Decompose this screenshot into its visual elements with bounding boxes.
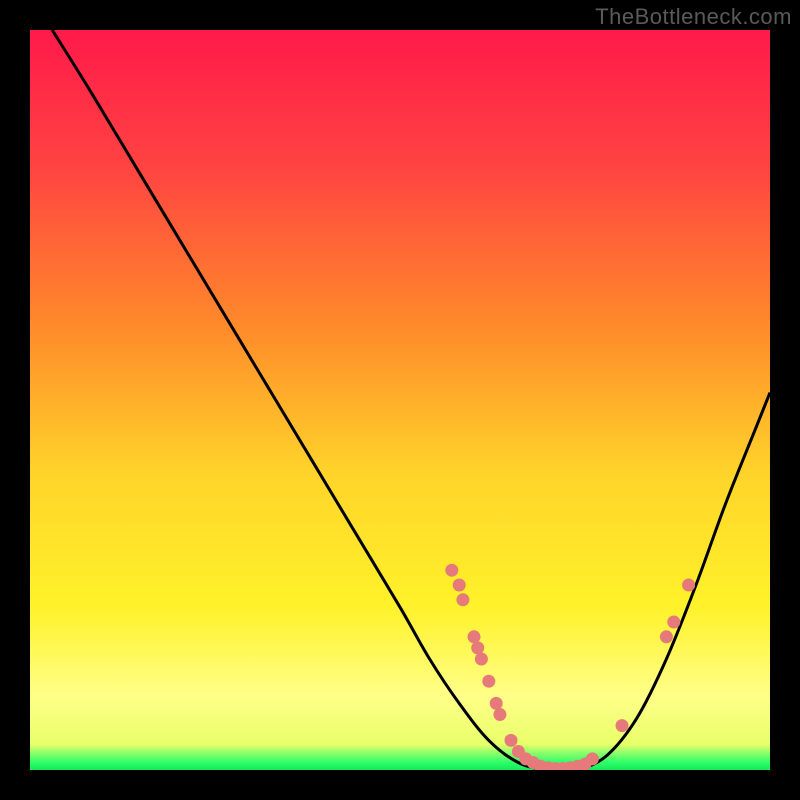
bottleneck-curve [52, 30, 770, 770]
marker-group [445, 564, 695, 770]
data-marker [667, 616, 680, 629]
chart-plot-area [30, 30, 770, 770]
watermark-text: TheBottleneck.com [595, 4, 792, 30]
data-marker [505, 734, 518, 747]
data-marker [493, 708, 506, 721]
data-marker [616, 719, 629, 732]
curve-layer [30, 30, 770, 770]
data-marker [586, 752, 599, 765]
data-marker [468, 630, 481, 643]
data-marker [660, 630, 673, 643]
data-marker [475, 653, 488, 666]
data-marker [482, 675, 495, 688]
data-marker [445, 564, 458, 577]
data-marker [453, 579, 466, 592]
data-marker [456, 593, 469, 606]
data-marker [682, 579, 695, 592]
data-marker [490, 697, 503, 710]
data-marker [471, 641, 484, 654]
